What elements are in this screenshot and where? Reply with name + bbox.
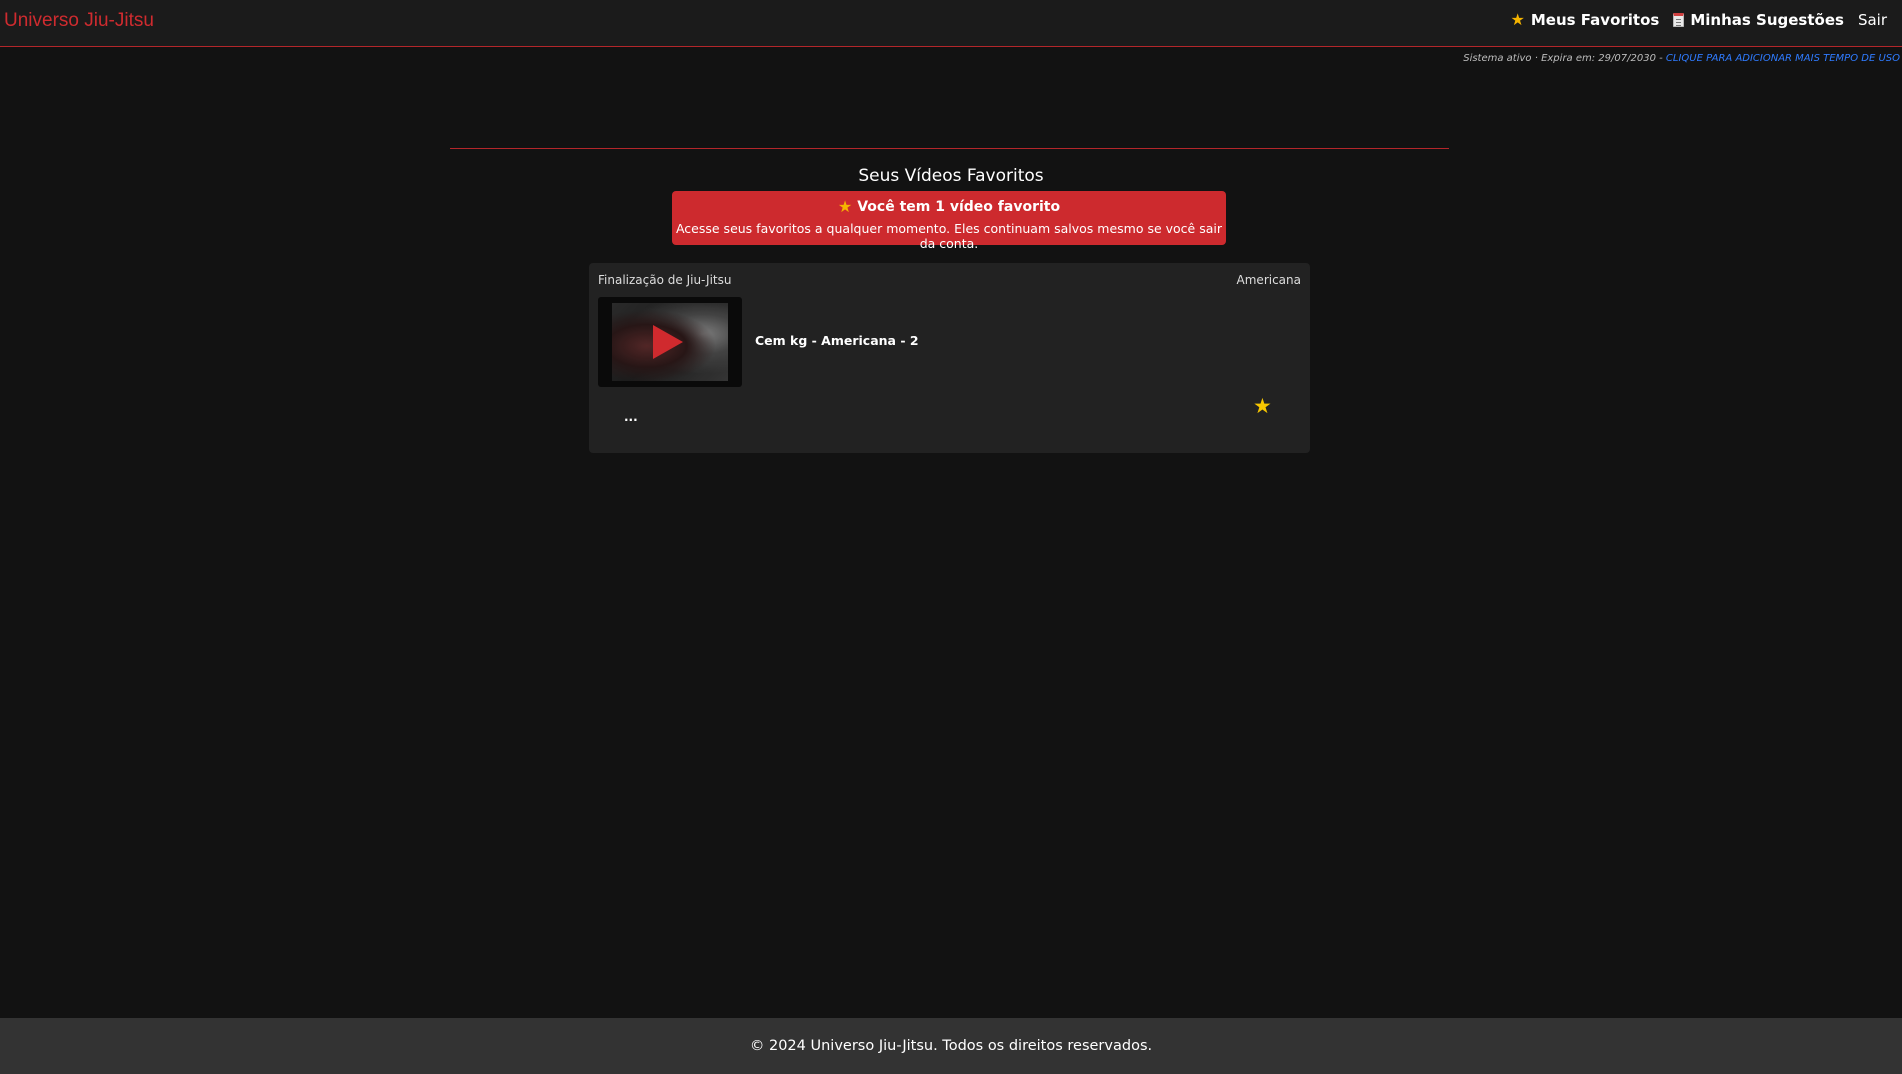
section-divider — [450, 148, 1449, 149]
subscription-status-text: Sistema ativo · Expira em: 29/07/2030 - — [1463, 53, 1666, 64]
favorites-count-alert: ★ Você tem 1 vídeo favorito Acesse seus … — [672, 191, 1226, 251]
nav-suggestions-link[interactable]: Minhas Sugestões — [1673, 11, 1844, 29]
brand-logo-link[interactable]: Universo Jiu-Jitsu — [4, 10, 154, 32]
footer: © 2024 Universo Jiu-Jitsu. Todos os dire… — [0, 1018, 1902, 1074]
footer-copyright: © 2024 Universo Jiu-Jitsu. Todos os dire… — [749, 1038, 1153, 1054]
add-time-link[interactable]: CLIQUE PARA ADICIONAR MAIS TEMPO DE USO — [1666, 53, 1900, 64]
alert-title-text: Você tem 1 vídeo favorito — [857, 199, 1061, 215]
subscription-status: Sistema ativo · Expira em: 29/07/2030 - … — [1463, 53, 1900, 64]
star-icon: ★ — [837, 197, 853, 216]
nav-favorites-label: Meus Favoritos — [1530, 11, 1660, 29]
video-thumbnail[interactable] — [598, 297, 742, 387]
video-title[interactable]: Cem kg - Americana - 2 — [755, 333, 919, 348]
nav-favorites-link[interactable]: ★ Meus Favoritos — [1511, 11, 1660, 29]
star-icon: ★ — [1510, 10, 1525, 29]
alert-text: Acesse seus favoritos a qualquer momento… — [675, 221, 1223, 251]
video-category: Finalização de Jiu-Jitsu — [598, 273, 732, 287]
logout-link[interactable]: Sair — [1858, 11, 1887, 29]
nav-menu: ★ Meus Favoritos Minhas Sugestões Sair — [1511, 11, 1887, 29]
video-tag: Americana — [1236, 273, 1301, 287]
alert-title: ★ Você tem 1 vídeo favorito — [672, 197, 1226, 216]
page-title: Seus Vídeos Favoritos — [858, 166, 1044, 186]
clipboard-icon — [1673, 13, 1685, 27]
favorite-video-card: Finalização de Jiu-Jitsu Americana Cem k… — [589, 263, 1310, 453]
nav-suggestions-label: Minhas Sugestões — [1690, 11, 1844, 29]
video-description: ... — [624, 410, 638, 424]
top-navbar: Universo Jiu-Jitsu ★ Meus Favoritos Minh… — [0, 0, 1902, 47]
favorite-toggle-star-icon[interactable]: ★ — [1253, 396, 1272, 417]
play-icon — [653, 325, 683, 359]
